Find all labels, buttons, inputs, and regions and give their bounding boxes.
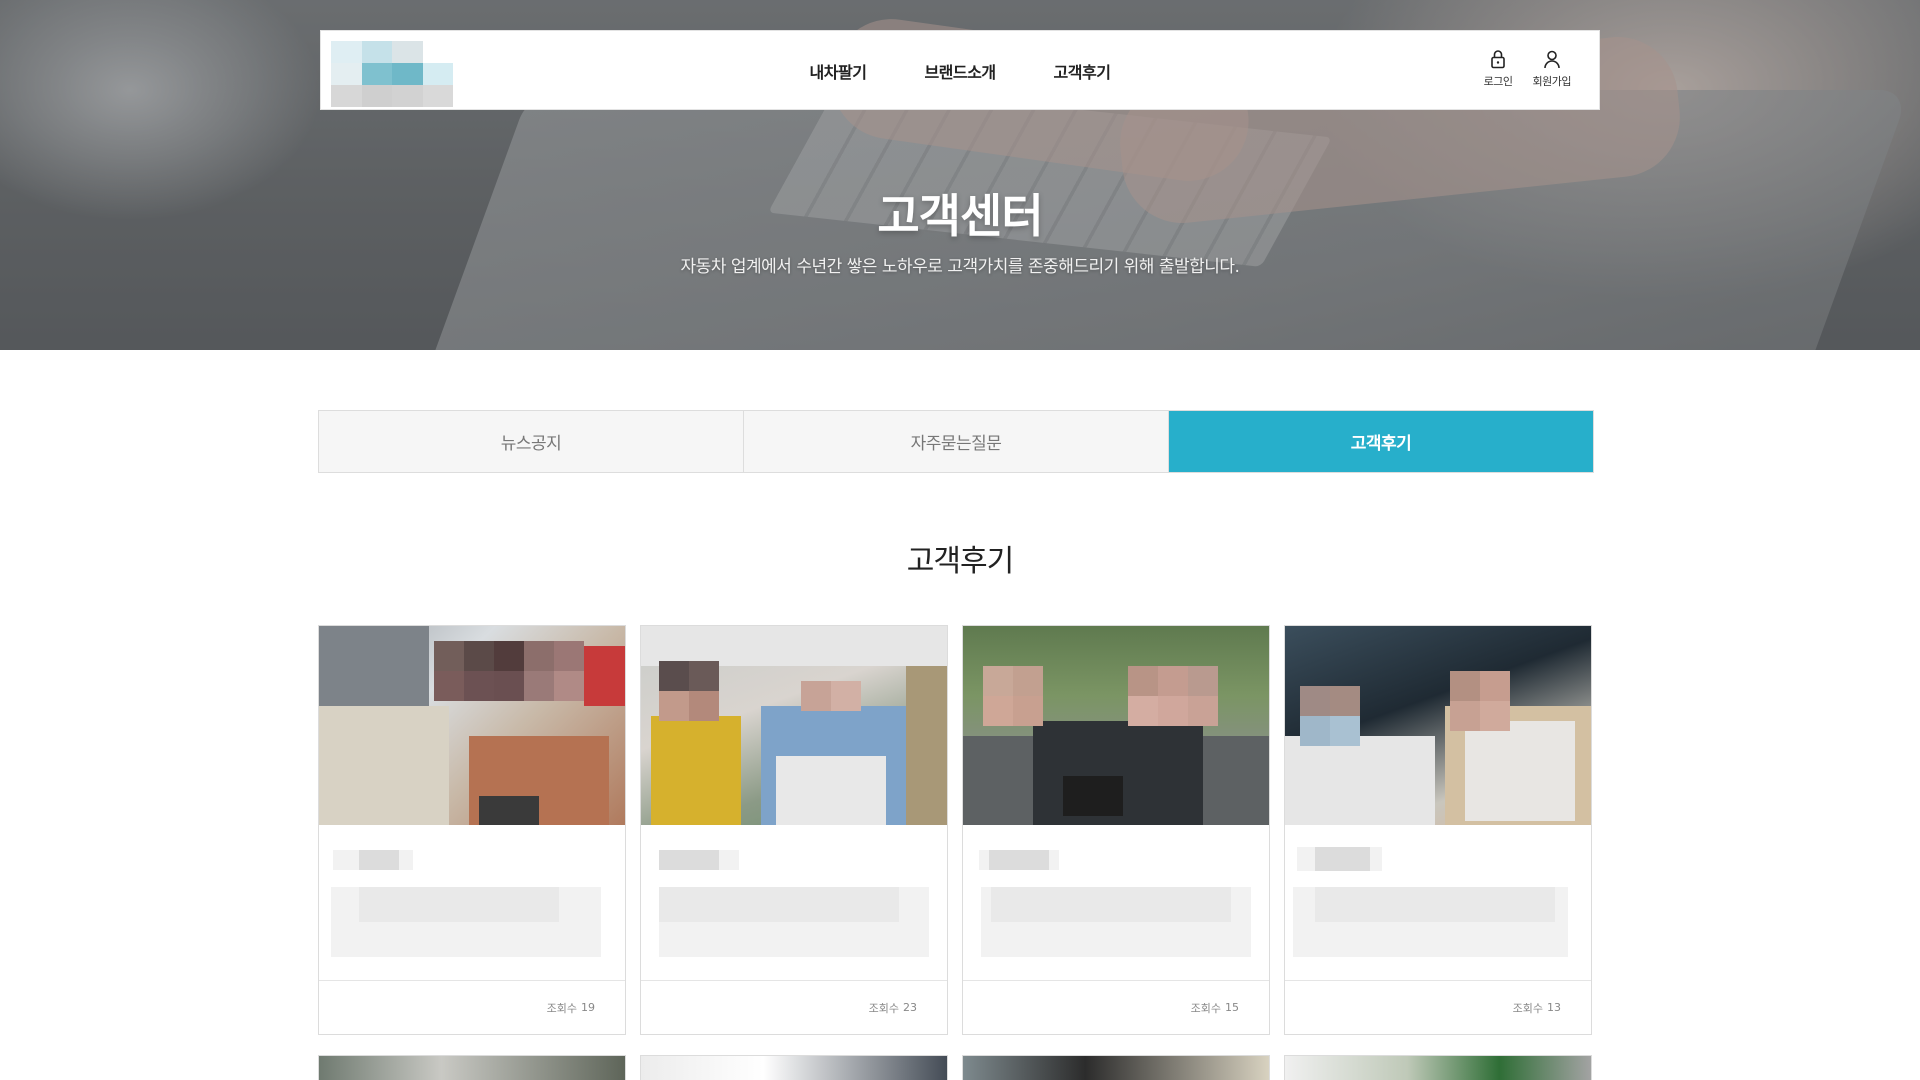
views-label: 조회수 [1512, 1001, 1543, 1015]
review-card[interactable]: 조회수 23 [640, 625, 948, 1035]
user-icon [1543, 50, 1560, 69]
nav-item-sell-car[interactable]: 내차팔기 [810, 59, 867, 83]
tab-reviews[interactable]: 고객후기 [1169, 411, 1593, 472]
review-card-list: 조회수 19 조회수 23 조회수 15 조회수 13 [318, 625, 1594, 1035]
review-meta [1285, 825, 1591, 985]
views-label: 조회수 [546, 1001, 577, 1015]
views-count: 19 [581, 1001, 595, 1014]
user-links: 로그인 회원가입 [1484, 49, 1572, 89]
review-views: 조회수 23 [641, 980, 947, 1034]
review-card-list-row2 [318, 1055, 1594, 1080]
signup-label: 회원가입 [1532, 75, 1572, 88]
hero-subtitle: 자동차 업계에서 수년간 쌓은 노하우로 고객가치를 존중해드리기 위해 출발합… [680, 257, 1240, 277]
review-meta [319, 825, 625, 985]
review-card[interactable] [962, 1055, 1270, 1080]
login-label: 로그인 [1483, 75, 1513, 88]
review-views: 조회수 19 [319, 980, 625, 1034]
review-views: 조회수 15 [963, 980, 1269, 1034]
review-card[interactable] [318, 1055, 626, 1080]
views-count: 15 [1225, 1001, 1239, 1014]
section-title: 고객후기 [906, 544, 1014, 579]
review-meta [963, 825, 1269, 985]
review-card[interactable] [640, 1055, 948, 1080]
hero-title: 고객센터 [877, 189, 1043, 243]
review-thumbnail [319, 626, 625, 825]
login-button[interactable]: 로그인 [1484, 49, 1513, 89]
review-thumbnail [963, 626, 1269, 825]
tab-news[interactable]: 뉴스공지 [319, 411, 744, 472]
site-logo[interactable] [331, 41, 453, 107]
views-label: 조회수 [1190, 1001, 1221, 1015]
nav-item-brand[interactable]: 브랜드소개 [924, 59, 996, 83]
review-card[interactable]: 조회수 15 [962, 625, 1270, 1035]
review-card[interactable]: 조회수 19 [318, 625, 626, 1035]
main-nav: 내차팔기 브랜드소개 고객후기 [321, 31, 1599, 111]
board-tabs: 뉴스공지 자주묻는질문 고객후기 [318, 410, 1594, 473]
views-label: 조회수 [868, 1001, 899, 1015]
review-card[interactable]: 조회수 13 [1284, 625, 1592, 1035]
views-count: 23 [903, 1001, 917, 1014]
views-count: 13 [1547, 1001, 1561, 1014]
signup-button[interactable]: 회원가입 [1532, 49, 1572, 89]
review-meta [641, 825, 947, 985]
site-header: 내차팔기 브랜드소개 고객후기 로그인 회원가입 [320, 30, 1600, 110]
review-views: 조회수 13 [1285, 980, 1591, 1034]
nav-item-reviews[interactable]: 고객후기 [1054, 59, 1111, 83]
review-thumbnail [1285, 626, 1591, 825]
lock-icon [1491, 50, 1505, 69]
review-thumbnail [641, 626, 947, 825]
review-card[interactable] [1284, 1055, 1592, 1080]
tab-faq[interactable]: 자주묻는질문 [744, 411, 1169, 472]
